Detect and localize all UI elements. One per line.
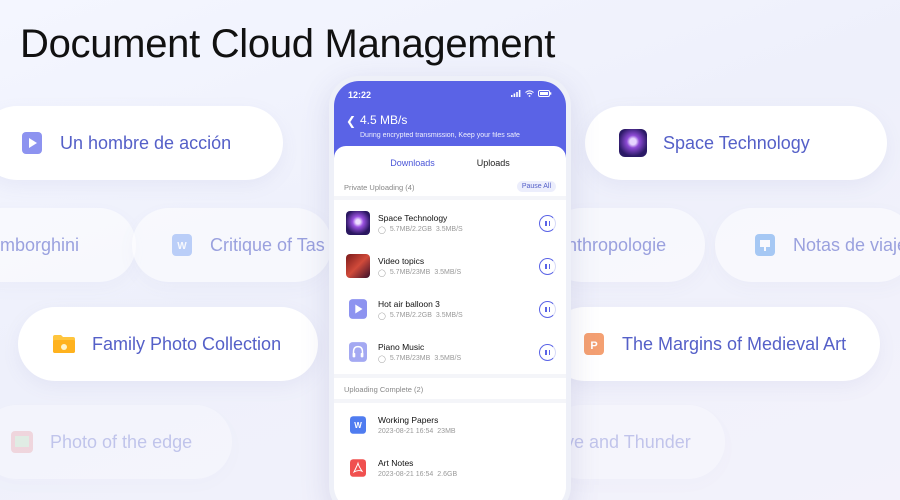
pause-all-button[interactable]: Pause All [516, 181, 556, 192]
word-file-icon: W [170, 232, 194, 258]
upload-rate: 3.5MB/S [435, 226, 463, 233]
file-name: Photo of the edge [50, 431, 193, 452]
upload-row-video-topics[interactable]: Video topics ◯ 5.7MB/23MB 3.5MB/S [346, 252, 556, 280]
audio-file-icon [346, 340, 370, 364]
space-image-thumbnail-icon [346, 211, 370, 235]
upload-name: Piano Music [378, 341, 425, 352]
complete-row-working-papers[interactable]: W Working Papers 2023-08-21 16:54 23MB [346, 411, 556, 439]
svg-text:P: P [590, 340, 597, 352]
file-pill-space-technology[interactable]: Space Technology [585, 106, 887, 180]
file-pill-family-photo[interactable]: Family Photo Collection [18, 307, 318, 381]
upload-row-piano-music[interactable]: Piano Music ◯ 5.7MB/23MB 3.5MB/S [346, 338, 556, 366]
pause-icon [545, 263, 550, 269]
upload-size: 5.7MB/2.2GB [389, 312, 432, 319]
folder-icon [52, 331, 76, 357]
status-time: 12:22 [348, 90, 372, 100]
transfer-subtitle: During encrypted transmission, Keep your… [360, 132, 520, 139]
shield-icon: ◯ [378, 269, 386, 277]
video-file-icon [20, 130, 44, 156]
transfer-tabs: Downloads Uploads [334, 158, 566, 168]
file-name: Space Technology [663, 132, 810, 153]
pause-button[interactable] [539, 214, 556, 232]
private-uploading-label: Private Uploading (4) [344, 183, 415, 192]
complete-row-art-notes[interactable]: Art Notes 2023-08-21 16:54 2.6GB [346, 454, 556, 482]
file-pill-medieval-art[interactable]: P The Margins of Medieval Art [548, 307, 880, 381]
upload-size: 5.7MB/23MB [389, 355, 431, 362]
file-name: nthropologie [567, 234, 667, 255]
upload-rate: 3.5MB/S [435, 312, 463, 319]
file-name: Notas de viaje [793, 234, 900, 255]
shield-icon: ◯ [378, 355, 386, 363]
complete-date: 2023-08-21 16:54 [378, 428, 434, 435]
complete-size: 23MB [437, 428, 456, 435]
file-pill-thunder[interactable]: ve and Thunder [545, 405, 725, 479]
signal-icon [511, 90, 521, 97]
transfer-speed: 4.5 MB/s [360, 113, 408, 127]
upload-rate: 3.5MB/S [434, 355, 462, 362]
wifi-icon [525, 90, 534, 97]
file-pill-notas-de-viaje[interactable]: Notas de viaje [715, 208, 900, 282]
powerpoint-file-icon: P [582, 331, 606, 357]
pause-icon [545, 349, 550, 355]
divider [334, 399, 566, 403]
video-thumbnail-icon [346, 254, 370, 278]
file-name: The Margins of Medieval Art [622, 333, 847, 354]
file-name: ve and Thunder [565, 431, 691, 452]
complete-size: 2.6GB [437, 471, 458, 478]
svg-text:W: W [177, 241, 187, 252]
page-headline: Document Cloud Management [20, 22, 556, 66]
pause-icon [545, 306, 550, 312]
file-name: Critique of Tas [210, 234, 325, 255]
upload-name: Video topics [378, 255, 425, 266]
file-pill-critique[interactable]: W Critique of Tas [132, 208, 332, 282]
upload-size: 5.7MB/2.2GB [389, 226, 432, 233]
tab-uploads[interactable]: Uploads [477, 158, 510, 168]
pause-button[interactable] [539, 300, 556, 318]
battery-icon [538, 90, 552, 97]
file-pill-un-hombre[interactable]: Un hombre de acción [0, 106, 283, 180]
shield-icon: ◯ [378, 312, 386, 320]
status-icons [511, 90, 552, 97]
upload-name: Hot air balloon 3 [378, 298, 440, 309]
phone-mockup: 12:22 ❮ 4.5 MB/s During encrypted transm… [329, 76, 571, 500]
pause-button[interactable] [539, 343, 556, 361]
complete-name: Working Papers [378, 415, 439, 425]
tab-downloads[interactable]: Downloads [390, 158, 435, 168]
back-arrow-icon[interactable]: ❮ [346, 114, 356, 128]
divider [334, 196, 566, 200]
upload-name: Space Technology [378, 212, 448, 223]
upload-rate: 3.5MB/S [434, 269, 462, 276]
file-name: Family Photo Collection [92, 333, 282, 354]
upload-size: 5.7MB/23MB [389, 269, 431, 276]
file-pill-lamborghini[interactable]: mborghini [0, 208, 136, 282]
upload-row-space-technology[interactable]: Space Technology ◯ 5.7MB/2.2GB 3.5MB/S [346, 209, 556, 237]
svg-text:W: W [354, 421, 362, 430]
keynote-file-icon [753, 232, 777, 258]
shield-icon: ◯ [378, 226, 386, 234]
video-file-icon [346, 297, 370, 321]
word-file-icon: W [346, 413, 370, 437]
complete-date: 2023-08-21 16:54 [378, 471, 434, 478]
divider [334, 374, 566, 378]
file-pill-photo-of-the-edge[interactable]: Photo of the edge [0, 405, 232, 479]
space-image-thumbnail-icon [619, 129, 647, 157]
image-file-icon [10, 429, 34, 455]
complete-name: Art Notes [378, 458, 414, 468]
pdf-file-icon [346, 456, 370, 480]
upload-row-hot-air-balloon[interactable]: Hot air balloon 3 ◯ 5.7MB/2.2GB 3.5MB/S [346, 295, 556, 323]
transfer-panel: Downloads Uploads Private Uploading (4) … [334, 146, 566, 500]
pause-button[interactable] [539, 257, 556, 275]
file-name: mborghini [0, 234, 80, 255]
uploading-complete-label: Uploading Complete (2) [344, 385, 424, 394]
pause-icon [545, 220, 550, 226]
file-name: Un hombre de acción [60, 132, 232, 153]
